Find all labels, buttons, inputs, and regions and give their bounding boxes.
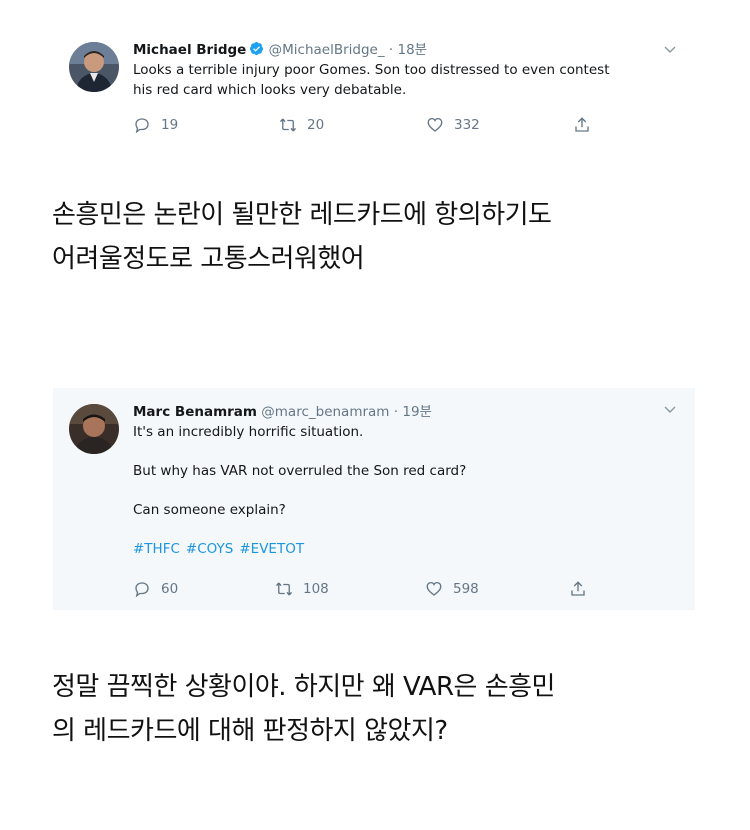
- share-button[interactable]: [573, 114, 601, 136]
- separator-dot: ·: [393, 404, 399, 420]
- avatar-image: [69, 404, 119, 454]
- share-icon: [571, 581, 585, 596]
- like-count: 332: [454, 117, 480, 133]
- reply-button[interactable]: 19: [133, 114, 178, 136]
- caption-line: 정말 끔찍한 상황이야. 하지만 왜 VAR은 손흥민: [52, 672, 555, 702]
- verified-badge-icon: [250, 41, 264, 56]
- tweet-text: Looks a terrible injury poor Gomes. Son …: [133, 60, 675, 100]
- author-handle[interactable]: @MichaelBridge_: [269, 42, 385, 58]
- like-icon: [426, 581, 442, 596]
- reply-icon: [135, 118, 149, 134]
- retweet-count: 108: [303, 581, 329, 597]
- hashtag-link[interactable]: #THFC: [133, 541, 180, 557]
- hashtag-list: #THFC #COYS #EVETOT: [133, 539, 675, 559]
- tweet-text: It's an incredibly horrific situation. B…: [133, 422, 675, 559]
- hashtag-link[interactable]: #COYS: [186, 541, 233, 557]
- tweet-timestamp[interactable]: 19분: [402, 404, 432, 420]
- author-handle[interactable]: @marc_benamram: [261, 404, 389, 420]
- tweet-text-line: Looks a terrible injury poor Gomes. Son …: [133, 62, 610, 78]
- chevron-down-icon[interactable]: [663, 42, 677, 56]
- share-button[interactable]: [569, 578, 597, 600]
- avatar[interactable]: [69, 404, 119, 454]
- avatar[interactable]: [69, 42, 119, 92]
- separator-dot: ·: [388, 42, 394, 58]
- caption-line: 의 레드카드에 대해 판정하지 않았지?: [52, 716, 448, 746]
- retweet-icon: [279, 118, 297, 132]
- reply-icon: [135, 582, 149, 598]
- tweet-paragraph: Can someone explain?: [133, 502, 286, 518]
- retweet-icon: [275, 582, 293, 596]
- korean-caption: 손흥민은 논란이 될만한 레드카드에 항의하기도 어려울정도로 고통스러워했어: [52, 193, 552, 281]
- tweet-text-line: his red card which looks very debatable.: [133, 82, 407, 98]
- tweet-header: Michael Bridge @MichaelBridge_ · 18분: [133, 40, 675, 60]
- share-icon: [575, 117, 589, 132]
- tweet-card[interactable]: Michael Bridge @MichaelBridge_ · 18분 Loo…: [53, 28, 695, 146]
- tweet-card[interactable]: Marc Benamram @marc_benamram · 19분 It's …: [53, 388, 695, 610]
- chevron-down-icon[interactable]: [663, 402, 677, 416]
- like-count: 598: [453, 581, 479, 597]
- author-name[interactable]: Michael Bridge: [133, 42, 246, 58]
- caption-line: 손흥민은 논란이 될만한 레드카드에 항의하기도: [52, 200, 552, 230]
- tweet-timestamp[interactable]: 18분: [397, 42, 427, 58]
- hashtag-link[interactable]: #EVETOT: [239, 541, 304, 557]
- retweet-button[interactable]: 108: [275, 578, 329, 600]
- caption-line: 어려울정도로 고통스러워했어: [52, 244, 365, 274]
- retweet-count: 20: [307, 117, 325, 133]
- reply-button[interactable]: 60: [133, 578, 178, 600]
- tweet-paragraph: It's an incredibly horrific situation.: [133, 424, 364, 440]
- korean-caption: 정말 끔찍한 상황이야. 하지만 왜 VAR은 손흥민 의 레드카드에 대해 판…: [52, 665, 555, 753]
- reply-count: 60: [161, 581, 179, 597]
- like-button[interactable]: 332: [426, 114, 480, 136]
- like-icon: [427, 117, 443, 132]
- tweet-paragraph: But why has VAR not overruled the Son re…: [133, 463, 467, 479]
- like-button[interactable]: 598: [425, 578, 479, 600]
- reply-count: 19: [161, 117, 179, 133]
- avatar-image: [69, 42, 119, 92]
- retweet-button[interactable]: 20: [279, 114, 324, 136]
- author-name[interactable]: Marc Benamram: [133, 404, 257, 420]
- tweet-header: Marc Benamram @marc_benamram · 19분: [133, 402, 675, 422]
